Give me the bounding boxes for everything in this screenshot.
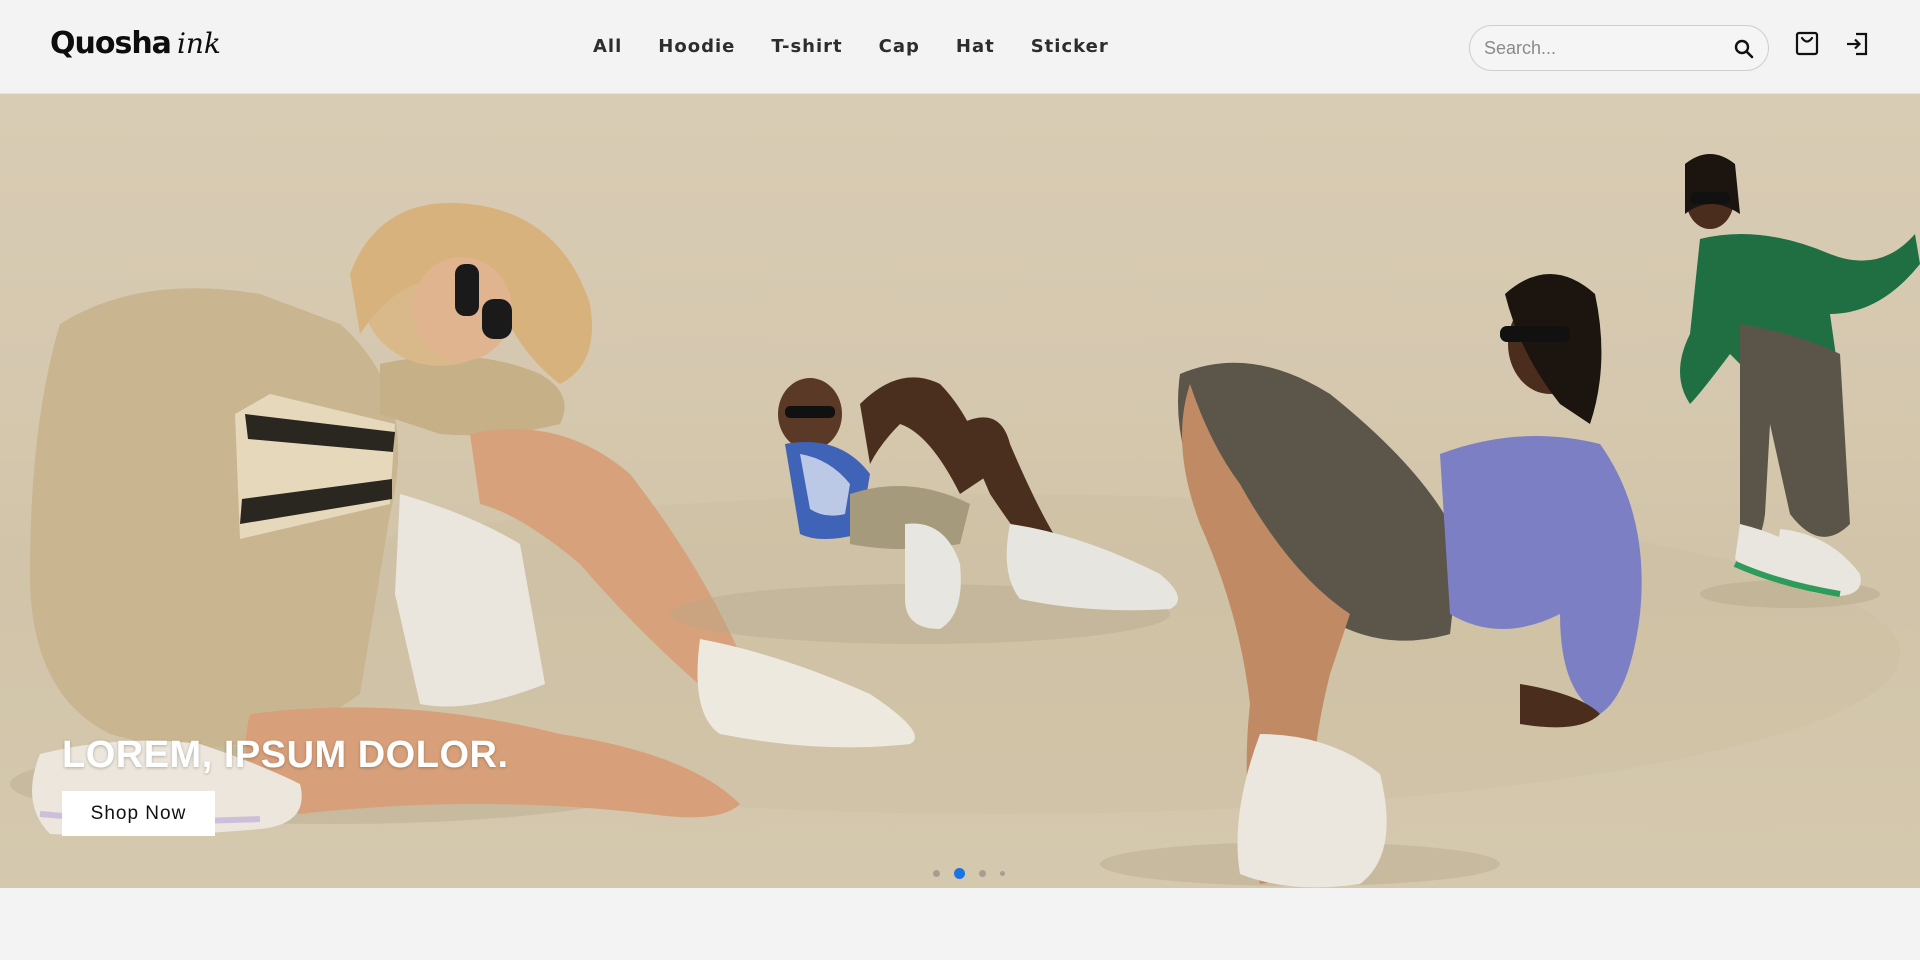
site-header: Quosha ink All Hoodie T-shirt Cap Hat St… (0, 0, 1920, 94)
brand-logo-script: ink (176, 27, 221, 60)
carousel-dot-1[interactable] (933, 869, 940, 877)
main-nav: All Hoodie T-shirt Cap Hat Sticker (575, 28, 1127, 64)
search-input[interactable] (1484, 26, 1724, 70)
hero-banner: LOREM, IPSUM DOLOR. Shop Now (0, 94, 1920, 888)
brand-logo[interactable]: Quosha ink (50, 26, 221, 66)
nav-item-hat[interactable]: Hat (956, 36, 995, 57)
carousel-dot-3[interactable] (979, 869, 986, 877)
nav-item-hoodie[interactable]: Hoodie (658, 36, 735, 57)
search-box (1469, 25, 1769, 71)
search-icon[interactable] (1732, 37, 1756, 61)
nav-item-all[interactable]: All (593, 36, 622, 57)
carousel-dot-2[interactable] (954, 867, 965, 879)
nav-item-sticker[interactable]: Sticker (1031, 36, 1109, 57)
shop-now-button[interactable]: Shop Now (62, 791, 215, 836)
brand-logo-main: Quosha (50, 26, 172, 61)
carousel-dots (933, 867, 1019, 879)
nav-item-tshirt[interactable]: T-shirt (771, 36, 842, 57)
hero-title: LOREM, IPSUM DOLOR. (62, 734, 509, 776)
login-icon[interactable] (1843, 30, 1871, 58)
nav-item-cap[interactable]: Cap (879, 36, 920, 57)
shopping-bag-icon[interactable] (1793, 30, 1821, 58)
carousel-dot-4[interactable] (1000, 870, 1005, 876)
